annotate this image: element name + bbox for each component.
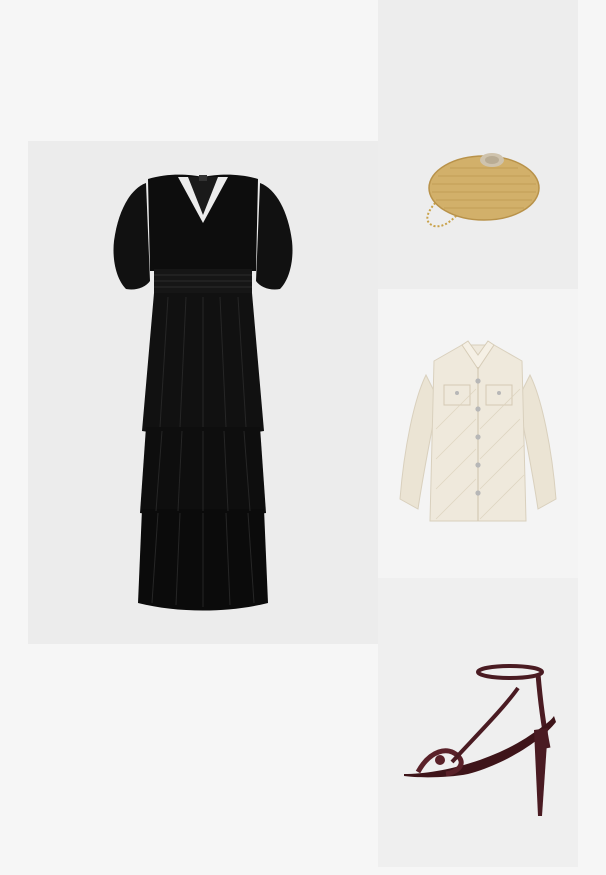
sandal-image (404, 664, 556, 816)
clutch-image (426, 153, 540, 228)
dress-product-tile[interactable] (28, 141, 378, 644)
sandal-product-tile[interactable] (378, 578, 578, 867)
clutch-product-tile[interactable] (378, 0, 578, 289)
jacket-image (399, 340, 557, 522)
jacket-product-tile[interactable] (378, 289, 578, 578)
dress-image (113, 174, 293, 611)
